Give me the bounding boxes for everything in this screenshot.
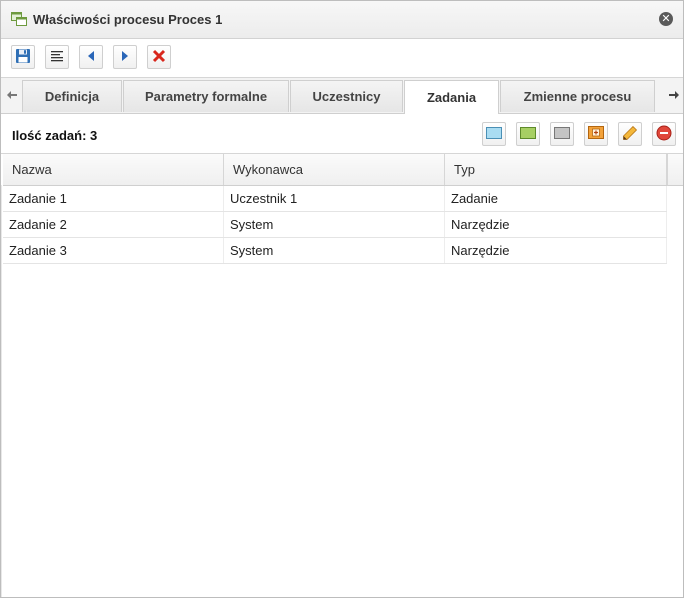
- table-row[interactable]: Zadanie 2 System Narzędzie: [3, 212, 667, 238]
- save-button[interactable]: [11, 45, 35, 69]
- blue-rectangle-icon: [486, 126, 502, 142]
- column-header-wykonawca[interactable]: Wykonawca: [224, 154, 445, 185]
- remove-task-button[interactable]: [652, 122, 676, 146]
- tasks-toolbar: Ilość zadań: 3: [1, 114, 683, 154]
- tab-label: Uczestnicy: [312, 89, 381, 104]
- arrow-left-icon: [86, 50, 96, 65]
- tab-label: Zmienne procesu: [523, 89, 632, 104]
- red-minus-circle-icon: [656, 125, 672, 144]
- tab-scroll-left[interactable]: [3, 80, 20, 111]
- add-subprocess-button[interactable]: [584, 122, 608, 146]
- table-row[interactable]: Zadanie 3 System Narzędzie: [3, 238, 667, 264]
- tab-bar: Definicja Parametry formalne Uczestnicy …: [1, 78, 683, 114]
- cell-nazwa: Zadanie 1: [3, 186, 224, 211]
- green-rectangle-icon: [520, 126, 536, 142]
- cell-typ: Narzędzie: [445, 212, 667, 237]
- cell-typ: Narzędzie: [445, 238, 667, 263]
- list-lines-icon: [50, 49, 64, 66]
- cell-nazwa: Zadanie 2: [3, 212, 224, 237]
- add-task-green-button[interactable]: [516, 122, 540, 146]
- tab-parametry-formalne[interactable]: Parametry formalne: [123, 80, 289, 112]
- column-header-typ[interactable]: Typ: [445, 154, 667, 185]
- gray-rectangle-icon: [554, 126, 570, 142]
- properties-button[interactable]: [45, 45, 69, 69]
- table-left-edge: [1, 185, 2, 597]
- tab-uczestnicy[interactable]: Uczestnicy: [290, 80, 403, 112]
- table-header-scroll-spacer: [667, 154, 683, 186]
- title-bar: Właściwości procesu Proces 1 ✕: [1, 1, 683, 39]
- cell-wykonawca: Uczestnik 1: [224, 186, 445, 211]
- edit-task-button[interactable]: [618, 122, 642, 146]
- tasks-table: Nazwa Wykonawca Typ Zadanie 1 Uczestnik …: [3, 154, 667, 264]
- pencil-icon: [622, 125, 638, 144]
- tab-scroll-right[interactable]: [665, 80, 682, 111]
- tab-label: Definicja: [44, 89, 100, 104]
- cell-nazwa: Zadanie 3: [3, 238, 224, 263]
- tab-definicja[interactable]: Definicja: [22, 80, 122, 112]
- tab-zadania[interactable]: Zadania: [404, 80, 499, 114]
- column-header-nazwa[interactable]: Nazwa: [3, 154, 224, 185]
- task-count: Ilość zadań: 3: [12, 128, 98, 143]
- cell-typ: Zadanie: [445, 186, 667, 211]
- process-properties-window: Właściwości procesu Proces 1 ✕ Definicja…: [0, 0, 684, 598]
- delete-button[interactable]: [147, 45, 171, 69]
- table-header: Nazwa Wykonawca Typ: [3, 154, 667, 186]
- close-circle-icon[interactable]: ✕: [659, 12, 673, 26]
- toolbar: [1, 39, 683, 78]
- tab-zmienne-procesu[interactable]: Zmienne procesu: [500, 80, 655, 112]
- arrow-right-icon: [120, 50, 130, 65]
- table-row[interactable]: Zadanie 1 Uczestnik 1 Zadanie: [3, 186, 667, 212]
- process-windows-icon: [11, 12, 27, 26]
- floppy-disk-icon: [15, 48, 31, 67]
- tab-label: Parametry formalne: [144, 89, 268, 104]
- add-task-gray-button[interactable]: [550, 122, 574, 146]
- cell-wykonawca: System: [224, 238, 445, 263]
- orange-plus-box-icon: [588, 126, 604, 142]
- arrow-right-icon: [668, 90, 679, 102]
- add-task-blue-button[interactable]: [482, 122, 506, 146]
- arrow-left-icon: [6, 90, 17, 102]
- cell-wykonawca: System: [224, 212, 445, 237]
- next-button[interactable]: [113, 45, 137, 69]
- tab-label: Zadania: [426, 90, 477, 105]
- window-title: Właściwości procesu Proces 1: [33, 12, 223, 27]
- red-x-icon: [152, 49, 166, 66]
- previous-button[interactable]: [79, 45, 103, 69]
